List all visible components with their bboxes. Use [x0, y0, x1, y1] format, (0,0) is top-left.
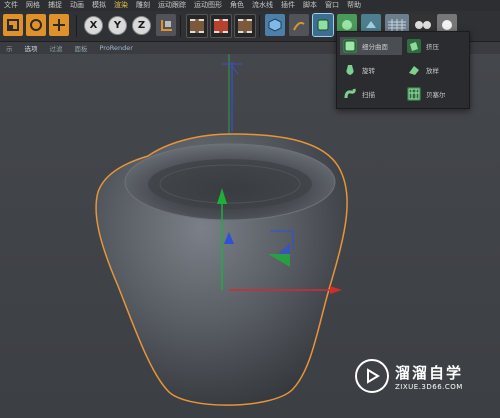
menu-script[interactable]: 脚本: [299, 0, 321, 11]
palette-item-label: 旋转: [362, 67, 375, 75]
cinema4d-window: 文件 网格 捕捉 动画 模拟 渲染 雕刻 运动跟踪 运动图形 角色 流水线 插件…: [0, 0, 500, 418]
menu-simulate[interactable]: 模拟: [88, 0, 110, 11]
viewport-menu-display[interactable]: 示: [0, 43, 19, 53]
palette-item-bezier[interactable]: 贝塞尔: [404, 85, 466, 103]
watermark-subtitle: ZIXUE.3D66.COM: [395, 382, 463, 391]
render-settings-icon[interactable]: [234, 14, 256, 38]
menu-render[interactable]: 渲染: [110, 0, 132, 11]
subdivision-surface-icon[interactable]: [312, 13, 334, 37]
menu-file[interactable]: 文件: [0, 0, 22, 11]
menu-mesh[interactable]: 网格: [22, 0, 44, 11]
watermark-text: 溜溜自学 ZIXUE.3D66.COM: [395, 362, 463, 391]
menu-plugins[interactable]: 插件: [277, 0, 299, 11]
watermark: 溜溜自学 ZIXUE.3D66.COM: [355, 354, 495, 398]
palette-item-label: 放样: [426, 67, 439, 75]
menu-sculpt[interactable]: 雕刻: [132, 0, 154, 11]
menu-bar: 文件 网格 捕捉 动画 模拟 渲染 雕刻 运动跟踪 运动图形 角色 流水线 插件…: [0, 0, 500, 11]
x-axis-icon[interactable]: X: [84, 16, 103, 35]
select-icon[interactable]: [3, 14, 23, 36]
z-axis-icon[interactable]: Z: [132, 16, 151, 35]
toolbar-separator: [180, 15, 181, 37]
watermark-logo-icon: [355, 359, 389, 393]
render-icon[interactable]: [210, 14, 232, 38]
palette-item-loft[interactable]: 放样: [404, 61, 466, 79]
coordinate-system-icon[interactable]: [156, 14, 176, 36]
menu-character[interactable]: 角色: [226, 0, 248, 11]
viewport-menu-filter[interactable]: 过滤: [44, 43, 69, 53]
y-axis-icon[interactable]: Y: [108, 16, 127, 35]
rotate-icon[interactable]: [26, 14, 46, 36]
palette-item-extrude[interactable]: 挤压: [404, 37, 466, 55]
menu-pipeline[interactable]: 流水线: [248, 0, 277, 11]
spline-pen-icon[interactable]: [289, 14, 309, 36]
generator-palette-popup: 细分曲面 挤压 旋转 放样 扫描 贝塞尔: [336, 31, 470, 109]
move-icon[interactable]: [49, 14, 69, 36]
palette-item-label: 扫描: [362, 91, 375, 99]
bezier-icon: [407, 87, 421, 101]
sweep-icon: [343, 87, 357, 101]
menu-animate[interactable]: 动画: [66, 0, 88, 11]
viewport-menu-prorender[interactable]: ProRender: [94, 44, 139, 52]
viewport-menu-options[interactable]: 选项: [19, 43, 44, 53]
world-axis-gizmo: [222, 62, 242, 132]
menu-snap[interactable]: 捕捉: [44, 0, 66, 11]
subdivision-surface-icon: [343, 39, 357, 53]
toolbar-separator: [76, 15, 77, 37]
menu-window[interactable]: 窗口: [321, 0, 343, 11]
toolbar-separator: [259, 15, 260, 37]
extrude-icon: [407, 39, 421, 53]
palette-item-label: 挤压: [426, 43, 439, 51]
watermark-title: 溜溜自学: [395, 363, 464, 382]
x-axis-arrow[interactable]: [330, 286, 342, 294]
palette-item-lathe[interactable]: 旋转: [340, 61, 402, 79]
palette-item-label: 细分曲面: [362, 43, 388, 51]
menu-motion-tracking[interactable]: 运动跟踪: [154, 0, 190, 11]
menu-help[interactable]: 帮助: [343, 0, 365, 11]
viewport-menu-panel[interactable]: 面板: [69, 43, 94, 53]
palette-item-label: 贝塞尔: [426, 91, 446, 99]
palette-item-subdivision-surface[interactable]: 细分曲面: [340, 37, 402, 55]
lathe-icon: [343, 63, 357, 77]
menu-mograph[interactable]: 运动图形: [190, 0, 226, 11]
loft-icon: [407, 63, 421, 77]
palette-item-sweep[interactable]: 扫描: [340, 85, 402, 103]
render-view-icon[interactable]: [186, 14, 208, 38]
cube-primitive-icon[interactable]: [265, 14, 285, 36]
